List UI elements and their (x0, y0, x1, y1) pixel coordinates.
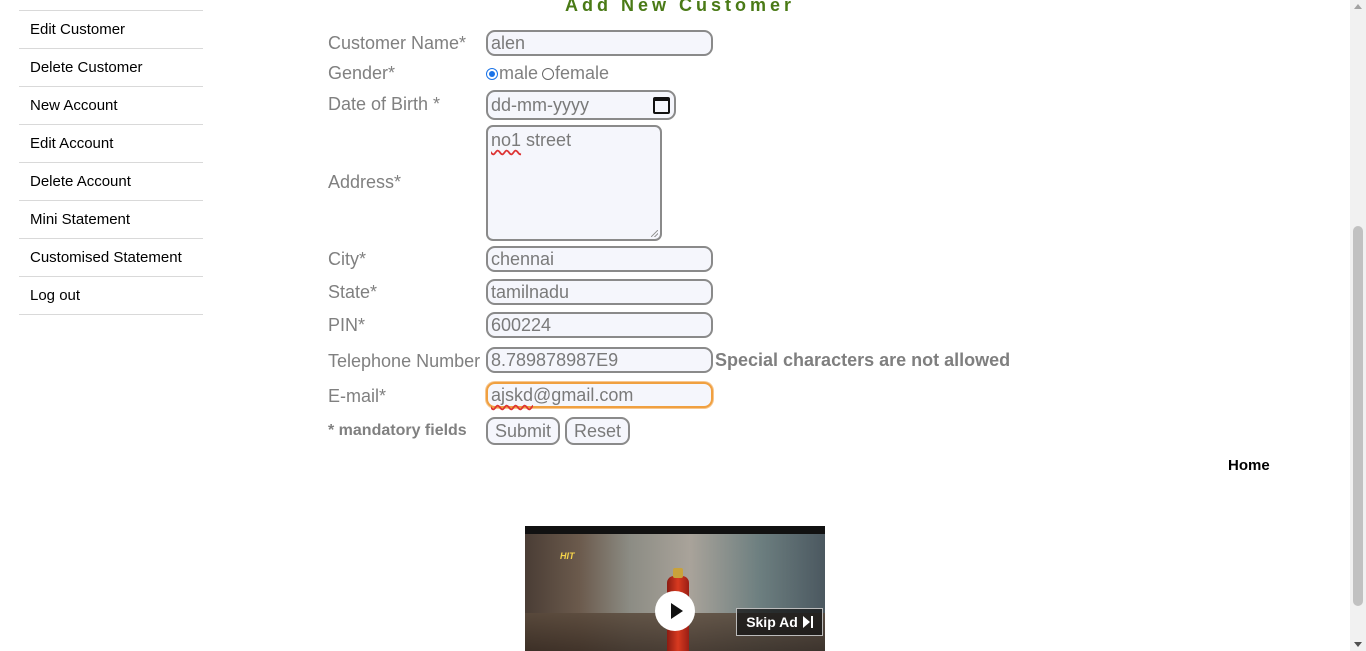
sidebar-item-new-account[interactable]: New Account (19, 87, 203, 125)
sidebar-item-mini-statement[interactable]: Mini Statement (19, 201, 203, 239)
page-scrollbar[interactable] (1350, 0, 1366, 651)
dob-placeholder: dd-mm-yyyy (491, 95, 589, 115)
scroll-up-icon[interactable] (1354, 4, 1362, 9)
customer-name-label: Customer Name* (328, 33, 467, 53)
sidebar-item-label: Log out (30, 287, 81, 304)
skip-next-icon (802, 616, 813, 628)
sidebar-item-delete-account[interactable]: Delete Account (19, 163, 203, 201)
video-ad[interactable]: HIT Skip Ad (525, 526, 825, 651)
gender-male-label: male (499, 63, 539, 83)
pin-label: PIN* (328, 315, 366, 335)
ad-brand-text: HIT (560, 551, 575, 561)
sidebar-item-label: Delete Customer (30, 59, 143, 76)
gender-label: Gender* (328, 63, 396, 83)
sidebar-item-edit-account[interactable]: Edit Account (19, 125, 203, 163)
scroll-thumb[interactable] (1353, 226, 1363, 606)
form-title: Add New Customer (565, 0, 796, 15)
gender-male-radio[interactable] (486, 67, 498, 80)
reset-button[interactable]: Reset (565, 417, 630, 445)
scroll-down-icon[interactable] (1354, 642, 1362, 647)
email-value: @gmail.com (533, 385, 634, 405)
gender-female-radio[interactable] (542, 67, 555, 80)
sidebar-item-edit-customer[interactable]: Edit Customer (19, 11, 203, 49)
mandatory-fields-note: * mandatory fields (328, 422, 467, 439)
email-value-misspelled: ajskd (491, 385, 534, 405)
address-textarea[interactable]: no1 street (486, 125, 662, 241)
pin-field[interactable]: 600224 (486, 312, 713, 338)
sidebar-menu: Edit Customer Delete Customer New Accoun… (19, 10, 203, 315)
gender-female-label: female (555, 63, 610, 83)
state-label: State* (328, 282, 378, 302)
address-value-misspelled: no1 (491, 130, 522, 150)
sidebar-item-label: Edit Account (30, 135, 114, 152)
email-label: E-mail* (328, 386, 387, 406)
gender-radio-group: male female (486, 63, 609, 84)
resize-handle-icon[interactable] (651, 230, 658, 237)
home-link[interactable]: Home (1228, 457, 1270, 474)
sidebar-item-customised-statement[interactable]: Customised Statement (19, 239, 203, 277)
telephone-field[interactable]: 8.789878987E9 (486, 347, 713, 373)
state-field[interactable]: tamilnadu (486, 279, 713, 305)
address-value: street (521, 130, 572, 150)
sidebar-item-log-out[interactable]: Log out (19, 277, 203, 315)
sidebar-item-label: Customised Statement (30, 249, 182, 266)
sidebar-item-label: Edit Customer (30, 21, 126, 38)
city-label: City* (328, 249, 367, 269)
telephone-label: Telephone Number (328, 351, 481, 371)
play-icon[interactable] (655, 591, 695, 631)
sidebar-item-label: Delete Account (30, 173, 131, 190)
customer-name-field[interactable]: alen (486, 30, 713, 56)
address-label: Address* (328, 172, 402, 192)
dob-field[interactable]: dd-mm-yyyy (486, 90, 676, 120)
telephone-error-message: Special characters are not allowed (715, 350, 1011, 370)
sidebar-item-label: New Account (30, 97, 118, 114)
submit-button[interactable]: Submit (486, 417, 560, 445)
email-field[interactable]: ajskd@gmail.com (486, 382, 713, 408)
skip-ad-label: Skip Ad (746, 614, 798, 630)
calendar-icon[interactable] (653, 96, 670, 114)
skip-ad-button[interactable]: Skip Ad (736, 608, 823, 636)
sidebar-item-delete-customer[interactable]: Delete Customer (19, 49, 203, 87)
city-field[interactable]: chennai (486, 246, 713, 272)
sidebar-item-label: Mini Statement (30, 211, 131, 228)
dob-label: Date of Birth * (328, 94, 441, 114)
